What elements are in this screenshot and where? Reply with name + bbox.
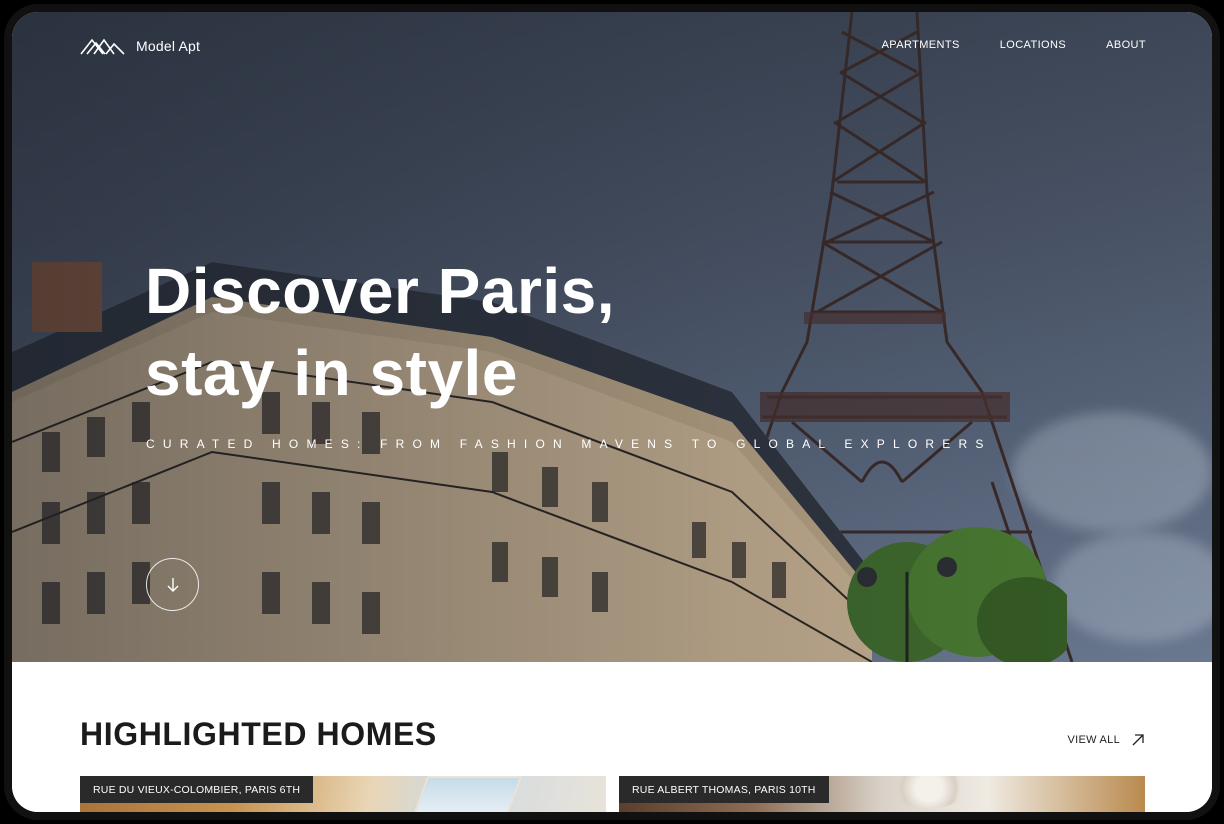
device-frame: Model Apt APARTMENTS LOCATIONS ABOUT Dis…	[4, 4, 1220, 820]
browser-viewport: Model Apt APARTMENTS LOCATIONS ABOUT Dis…	[12, 12, 1212, 812]
home-card[interactable]: RUE ALBERT THOMAS, PARIS 10TH	[619, 776, 1145, 812]
arrow-down-icon	[167, 577, 178, 592]
scroll-down-button[interactable]	[146, 558, 199, 611]
hero-headline-line-1: Discover Paris,	[145, 255, 615, 327]
hero-section: Model Apt APARTMENTS LOCATIONS ABOUT Dis…	[12, 12, 1212, 662]
hero-headline: Discover Paris, stay in style	[145, 250, 615, 414]
nav-links: APARTMENTS LOCATIONS ABOUT	[882, 39, 1146, 51]
hero-headline-line-2: stay in style	[145, 337, 518, 409]
home-card[interactable]: RUE DU VIEUX-COLOMBIER, PARIS 6TH	[80, 776, 606, 812]
top-navigation: Model Apt APARTMENTS LOCATIONS ABOUT	[12, 12, 1212, 82]
view-all-label: VIEW ALL	[1067, 734, 1120, 746]
highlighted-homes-section: HIGHLIGHTED HOMES VIEW ALL RUE DU VIEUX-…	[12, 662, 1212, 812]
card-photo	[889, 776, 969, 808]
nav-item-apartments[interactable]: APARTMENTS	[882, 39, 960, 51]
arrow-up-right-icon	[1132, 734, 1144, 746]
card-photo	[412, 776, 523, 812]
brand-logo[interactable]: Model Apt	[80, 36, 200, 56]
section-title: HIGHLIGHTED HOMES	[80, 716, 437, 752]
mountain-logo-icon	[80, 38, 125, 55]
nav-item-locations[interactable]: LOCATIONS	[1000, 39, 1066, 51]
view-all-link[interactable]: VIEW ALL	[1067, 734, 1144, 746]
hero-subtitle: CURATED HOMES: FROM FASHION MAVENS TO GL…	[146, 437, 992, 451]
nav-item-about[interactable]: ABOUT	[1106, 39, 1146, 51]
home-location-tag: RUE DU VIEUX-COLOMBIER, PARIS 6TH	[80, 776, 314, 803]
home-location-tag: RUE ALBERT THOMAS, PARIS 10TH	[619, 776, 829, 803]
brand-name: Model Apt	[136, 38, 201, 54]
